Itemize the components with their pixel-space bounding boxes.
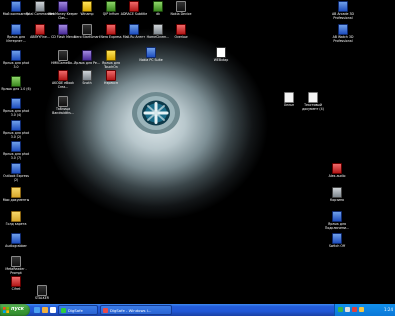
desktop-icon-metareader[interactable]: MetaReader - Prompt	[1, 256, 31, 275]
app-icon	[58, 50, 68, 61]
app-icon	[332, 233, 342, 244]
tray-antivirus-icon[interactable]	[352, 307, 357, 312]
app-icon	[176, 24, 186, 35]
tray-volume-icon[interactable]	[345, 307, 350, 312]
app-icon	[153, 24, 163, 35]
app-icon	[11, 256, 21, 267]
desktop-icon-nokia-pc-suite[interactable]: Nokia PC Suite	[136, 47, 166, 63]
desktop[interactable]: Мой компьютер Total Commander WebMoney K…	[0, 0, 395, 304]
shortcut-icon	[11, 98, 21, 109]
app-icon	[82, 24, 92, 35]
shortcut-icon	[11, 24, 21, 35]
app-icon	[82, 70, 92, 81]
system-tray: 1:24	[334, 304, 395, 316]
desktop-icon-phot-shortcut-4[interactable]: Ярлык для phot 3.0 (4)	[1, 98, 31, 117]
app-icon	[58, 96, 68, 107]
app-icon	[106, 24, 116, 35]
shortcut-icon	[11, 50, 21, 61]
taskbar-task-digsafe-windows[interactable]: DigSafe - Windows I...	[100, 305, 172, 315]
desktop-icon-nokia-device[interactable]: Nokia Device	[166, 1, 196, 17]
desktop-icon-stalker[interactable]: STALKER	[27, 285, 57, 301]
app-icon	[11, 233, 21, 244]
folder-icon	[11, 211, 21, 222]
desktop-icon-recycle-bin[interactable]: Корзина	[322, 187, 352, 203]
app-icon	[58, 24, 68, 35]
shortcut-icon	[11, 76, 21, 87]
app-icon	[58, 1, 68, 12]
tray-network-icon[interactable]	[338, 307, 343, 312]
app-icon	[106, 70, 116, 81]
desktop-icon-audiograbber[interactable]: Audiograbber	[1, 233, 31, 249]
app-icon	[35, 1, 45, 12]
app-icon	[61, 308, 66, 313]
desktop-icon-my-documents[interactable]: Мои документы	[1, 187, 31, 203]
desktop-icon-gold-folder[interactable]: Голд карета	[1, 211, 31, 227]
desktop-icon-bandwidths[interactable]: Таблица Bandwidths...	[48, 96, 78, 115]
app-icon	[146, 47, 156, 58]
desktop-icon-webxtap[interactable]: WEBxtap	[206, 47, 236, 63]
desktop-icon-text-document[interactable]: Текстовый документ (4)	[298, 92, 328, 111]
wallpaper-drain	[132, 92, 180, 134]
quick-launch-ie-icon[interactable]	[34, 307, 40, 313]
desktop-icon-connection-shortcut[interactable]: Ярлык для Подключени...	[322, 211, 352, 230]
desktop-icon-switch-off[interactable]: Switch Off	[322, 233, 352, 249]
shortcut-icon	[82, 50, 92, 61]
desktop-icon-phot-shortcut-6[interactable]: Ярлык для 1.0 (6)	[1, 76, 31, 92]
app-icon	[338, 1, 348, 12]
app-icon	[129, 1, 139, 12]
desktop-icon-ab-watch[interactable]: AB Watch 3D Professional	[328, 24, 358, 43]
desktop-icon-alex-audio[interactable]: Alex-audio	[322, 163, 352, 179]
clock[interactable]: 1:24	[384, 306, 393, 313]
taskbar: пуск DigSafe DigSafe - Windows I... 1:24	[0, 304, 395, 316]
recycle-bin-icon	[332, 187, 342, 198]
desktop-icon-phot-shortcut-2[interactable]: Ярлык для phot 3.0 (2)	[1, 120, 31, 139]
shortcut-icon	[106, 50, 116, 61]
desktop-icon-overlow[interactable]: Overlow	[166, 24, 196, 40]
app-icon	[82, 1, 92, 12]
app-icon	[332, 163, 342, 174]
app-icon	[338, 24, 348, 35]
folder-icon	[11, 187, 21, 198]
windows-logo-icon	[3, 307, 9, 313]
app-icon	[103, 308, 108, 313]
shortcut-icon	[332, 211, 342, 222]
app-icon	[176, 1, 186, 12]
app-icon	[58, 70, 68, 81]
app-icon	[129, 24, 139, 35]
app-icon	[216, 47, 226, 58]
app-icon	[106, 1, 116, 12]
start-button-label: пуск	[11, 306, 25, 312]
quick-launch-desktop-icon[interactable]	[50, 307, 56, 313]
app-icon	[153, 1, 163, 12]
shortcut-icon	[11, 120, 21, 131]
mail-icon	[11, 163, 21, 174]
computer-icon	[11, 1, 21, 12]
shortcut-icon	[11, 141, 21, 152]
app-icon	[35, 24, 45, 35]
document-icon	[284, 92, 294, 103]
document-icon	[308, 92, 318, 103]
desktop-icon-nerexp[interactable]: Нэрексп	[96, 70, 126, 86]
tray-app-icon[interactable]	[359, 307, 364, 312]
desktop-icon-phot-shortcut-7[interactable]: Ярлык для phot 3.0 (7)	[1, 141, 31, 160]
desktop-icon-outlook-express[interactable]: Outlook Express (2)	[1, 163, 31, 182]
quick-launch-explorer-icon[interactable]	[42, 307, 48, 313]
app-icon	[11, 276, 21, 287]
desktop-icon-phot-shortcut[interactable]: Ярлык для phot 3.0	[1, 50, 31, 69]
start-button[interactable]: пуск	[0, 304, 30, 316]
game-icon	[37, 285, 47, 296]
desktop-icon-touchon-shortcut[interactable]: Ярлык для TouchOn	[96, 50, 126, 69]
taskbar-task-digsafe[interactable]: DigSafe	[58, 305, 98, 315]
desktop-icon-ab-arcade[interactable]: AB Arcade 3D Professional	[328, 1, 358, 20]
